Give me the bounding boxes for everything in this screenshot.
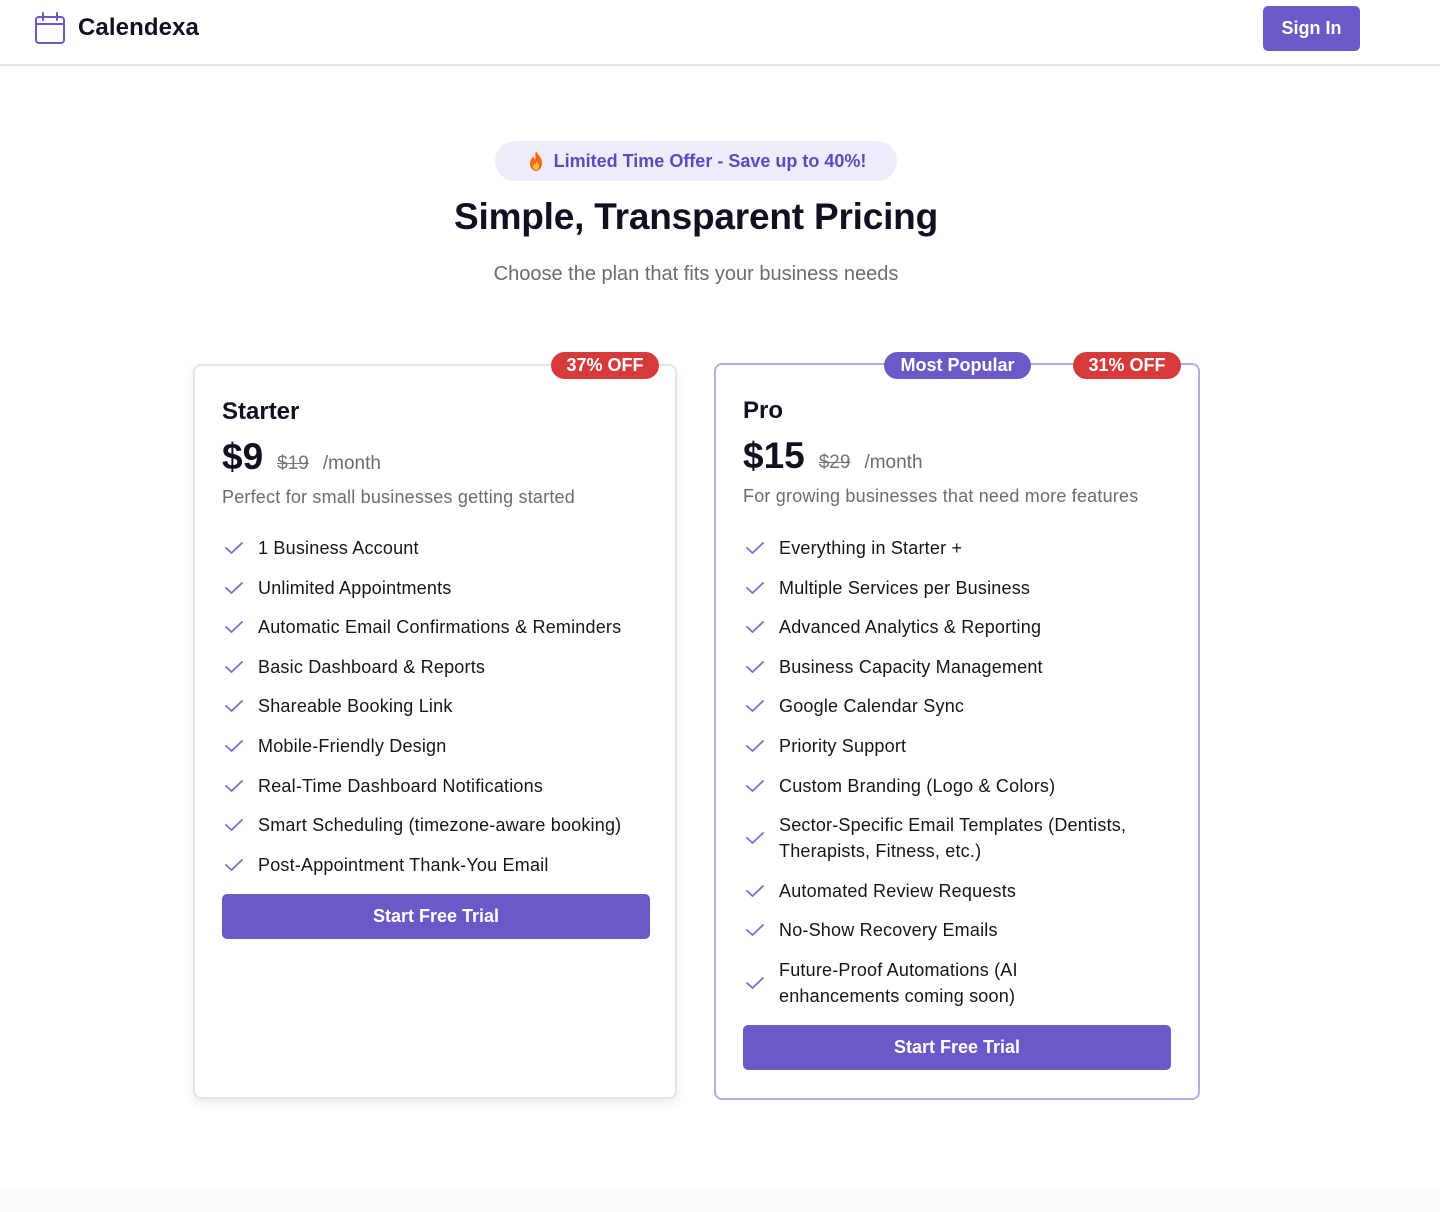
- check-icon: [746, 884, 764, 897]
- check-icon: [225, 621, 243, 634]
- check-icon: [225, 542, 243, 554]
- plan-card-pro: Most Popular 31% OFF Pro $15 $29 /month …: [714, 352, 1200, 1100]
- page-title: Simple, Transparent Pricing: [454, 196, 938, 237]
- feature-list: Everything in Starter + Multiple Service…: [743, 535, 1183, 1009]
- check-icon: [746, 542, 764, 554]
- check-icon: [746, 977, 764, 989]
- discount-badge: 37% OFF: [551, 352, 659, 379]
- brand[interactable]: Calendexa: [34, 11, 199, 45]
- feature-item: Mobile-Friendly Design: [222, 733, 621, 759]
- feature-item: Unlimited Appointments: [222, 575, 621, 601]
- most-popular-badge: Most Popular: [884, 352, 1031, 379]
- check-icon: [225, 819, 243, 832]
- price: $15: [743, 435, 805, 476]
- feature-item: Everything in Starter +: [743, 535, 1183, 561]
- check-icon: [746, 924, 764, 937]
- check-icon: [225, 700, 243, 713]
- feature-item: Advanced Analytics & Reporting: [743, 614, 1183, 640]
- feature-item: Post-Appointment Thank-You Email: [222, 852, 621, 878]
- feature-item: Sector-Specific Email Templates (Dentist…: [743, 812, 1183, 864]
- feature-item: Automatic Email Confirmations & Reminder…: [222, 614, 621, 640]
- check-icon: [746, 660, 764, 673]
- brand-name: Calendexa: [78, 14, 199, 41]
- old-price: $29: [818, 452, 851, 473]
- feature-item: Smart Scheduling (timezone-aware booking…: [222, 812, 621, 838]
- price-row: $9 $19 /month: [222, 436, 381, 478]
- feature-item: Basic Dashboard & Reports: [222, 654, 621, 680]
- check-icon: [746, 779, 764, 792]
- feature-item: Automated Review Requests: [743, 878, 1183, 904]
- discount-badge: 31% OFF: [1073, 352, 1181, 379]
- calendar-icon: [35, 12, 65, 44]
- feature-item: Shareable Booking Link: [222, 693, 621, 719]
- check-icon: [225, 581, 243, 594]
- old-price: $19: [277, 453, 309, 474]
- footer-edge: [0, 1190, 1440, 1212]
- check-icon: [225, 858, 243, 871]
- plan-card-starter: 37% OFF Starter $9 $19 /month Perfect fo…: [193, 352, 677, 1099]
- check-icon: [746, 740, 764, 752]
- feature-item: No-Show Recovery Emails: [743, 917, 1183, 943]
- top-nav: Calendexa Sign In: [0, 0, 1440, 66]
- check-icon: [746, 581, 764, 594]
- price-row: $15 $29 /month: [743, 435, 923, 477]
- feature-item: Future-Proof Automations (AI enhancement…: [743, 957, 1183, 1009]
- sign-in-button[interactable]: Sign In: [1263, 6, 1360, 51]
- offer-badge: Limited Time Offer - Save up to 40%!: [495, 141, 897, 181]
- price: $9: [222, 436, 264, 477]
- feature-item: Google Calendar Sync: [743, 693, 1183, 719]
- plan-name: Starter: [222, 398, 300, 425]
- start-free-trial-button[interactable]: Start Free Trial: [222, 894, 650, 939]
- feature-item: Custom Branding (Logo & Colors): [743, 773, 1183, 799]
- plan-description: Perfect for small businesses getting sta…: [222, 487, 575, 507]
- check-icon: [746, 700, 764, 713]
- page-subtitle: Choose the plan that fits your business …: [493, 263, 899, 285]
- feature-item: Real-Time Dashboard Notifications: [222, 773, 621, 799]
- feature-item: 1 Business Account: [222, 535, 621, 561]
- billing-period: /month: [864, 452, 923, 473]
- feature-item: Priority Support: [743, 733, 1183, 759]
- flame-icon: [529, 151, 542, 171]
- plan-description: For growing businesses that need more fe…: [743, 486, 1139, 506]
- plan-name: Pro: [743, 397, 784, 424]
- offer-text: Limited Time Offer - Save up to 40%!: [553, 150, 867, 171]
- billing-period: /month: [322, 453, 381, 474]
- check-icon: [225, 740, 243, 752]
- check-icon: [746, 621, 764, 634]
- check-icon: [225, 779, 243, 792]
- start-free-trial-button[interactable]: Start Free Trial: [743, 1025, 1171, 1070]
- check-icon: [225, 660, 243, 673]
- feature-list: 1 Business Account Unlimited Appointment…: [222, 535, 621, 878]
- feature-item: Multiple Services per Business: [743, 575, 1183, 601]
- feature-item: Business Capacity Management: [743, 654, 1183, 680]
- check-icon: [746, 832, 764, 845]
